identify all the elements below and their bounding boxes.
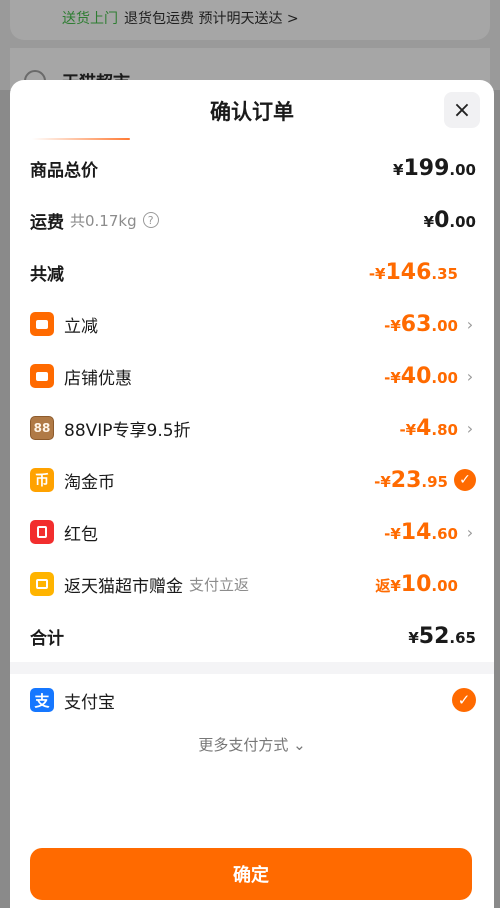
alipay-icon: 支 [30,688,54,712]
discount-amount: -¥ 40.00 [384,363,458,389]
cashback-row: 返天猫超市赠金 支付立返 返¥ 10.00 [10,558,494,610]
chevron-right-icon: › [466,418,474,438]
delivery-text: 退货包运费 预计明天送达 > [124,11,299,27]
shipping-weight: 共0.17kg [70,211,137,230]
discount-label: 店铺优惠 [64,368,132,389]
confirm-order-sheet: 确认订单 × 商品总价 ¥199.00 运费 共0.17kg ? ¥0.00 共… [10,80,494,908]
check-icon[interactable]: ✓ [454,469,476,491]
discount-row-88vip[interactable]: 88 88VIP专享9.5折 -¥ 4.80 › [10,402,494,454]
total-reduce-row: 共减 -¥ 146.35 [10,246,494,298]
more-payment-label: 更多支付方式 [198,736,289,754]
discount-amount: -¥ 14.60 [384,519,458,545]
discount-row-coin[interactable]: 币 淘金币 -¥ 23.95 ✓ [10,454,494,506]
delivery-tag: 送货上门 [62,11,118,27]
discount-amount: -¥ 23.95 [374,467,448,493]
shipping-amount: ¥0.00 [423,207,476,233]
more-payment-methods[interactable]: 更多支付方式 ⌄ [10,734,494,755]
help-icon[interactable]: ? [142,212,159,228]
total-reduce-label: 共减 [30,264,64,285]
total-price-row: 商品总价 ¥199.00 [10,142,494,194]
delivery-info: 送货上门 退货包运费 预计明天送达 > [62,8,299,28]
shipping-row: 运费 共0.17kg ? ¥0.00 [10,194,494,246]
gift-card-icon [30,572,54,596]
payment-method-label: 支付宝 [64,692,115,713]
total-reduce-amount: -¥ 146.35 [368,259,458,285]
discount-label: 88VIP专享9.5折 [64,420,191,441]
discount-label: 红包 [64,524,98,545]
sheet-title: 确认订单 [210,100,294,124]
discount-label: 立减 [64,316,98,337]
selected-check-icon: ✓ [452,688,476,712]
section-divider [10,662,494,674]
confirm-button[interactable]: 确定 [30,848,472,900]
total-price-amount: ¥199.00 [393,155,476,181]
cashback-amount: 返¥ 10.00 [375,571,458,597]
grand-total-row: 合计 ¥52.65 [10,610,494,662]
chevron-right-icon: › [466,522,474,542]
header-accent-line [32,138,130,140]
tag-icon [30,312,54,336]
price-breakdown: 商品总价 ¥199.00 运费 共0.17kg ? ¥0.00 共减 -¥ 146… [10,142,494,662]
chevron-down-icon: ⌄ [293,736,306,754]
discount-amount: -¥ 63.00 [384,311,458,337]
payment-method-alipay[interactable]: 支 支付宝 ✓ [10,674,494,726]
background-page: 送货上门退货包运费 预计明天送达 > 天猫超市 [0,0,500,93]
chevron-right-icon: › [466,366,474,386]
vip88-icon: 88 [30,416,54,440]
chevron-right-icon: › [466,314,474,334]
discount-amount: -¥ 4.80 [399,415,458,441]
cashback-label: 返天猫超市赠金 [64,576,183,597]
red-packet-icon [30,520,54,544]
discount-row-instant[interactable]: 立减 -¥ 63.00 › [10,298,494,350]
grand-total-amount: ¥52.65 [408,623,476,649]
total-price-label: 商品总价 [30,160,98,181]
close-icon: × [452,97,472,123]
discount-label: 淘金币 [64,472,115,493]
discount-row-shop[interactable]: 店铺优惠 -¥ 40.00 › [10,350,494,402]
cashback-sub: 支付立返 [189,575,250,594]
close-button[interactable]: × [444,92,480,128]
shipping-label: 运费 [30,212,64,233]
discount-row-red-packet[interactable]: 红包 -¥ 14.60 › [10,506,494,558]
shop-coupon-icon [30,364,54,388]
sheet-header: 确认订单 × [10,80,494,142]
coin-icon: 币 [30,468,54,492]
grand-total-label: 合计 [30,628,64,649]
